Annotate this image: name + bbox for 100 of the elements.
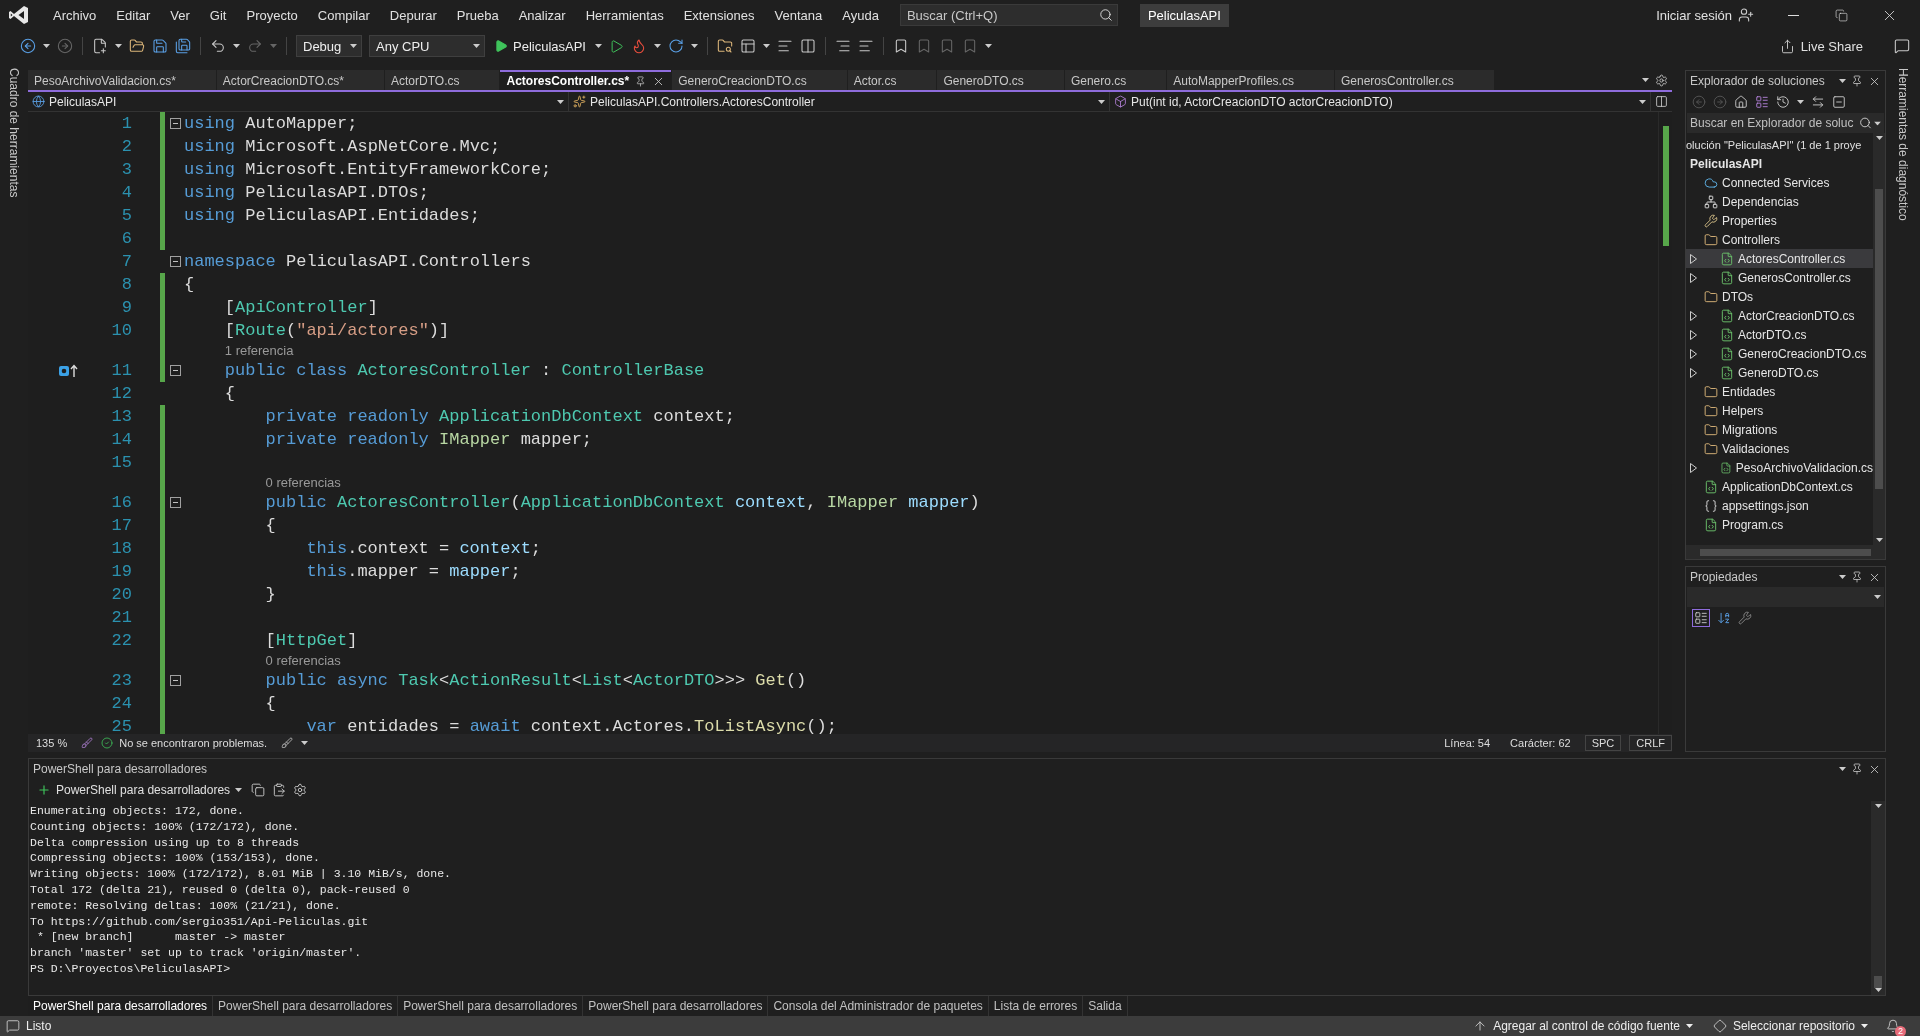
play-outline-icon[interactable] [609, 38, 624, 54]
collapse-icon[interactable] [170, 497, 181, 508]
sort-icon[interactable] [1717, 611, 1731, 625]
caret-icon[interactable] [654, 44, 661, 48]
caret-icon[interactable] [233, 44, 240, 48]
app-logo[interactable] [8, 4, 30, 26]
expand-arrow-icon[interactable] [1690, 329, 1697, 340]
layout-icon[interactable] [740, 38, 756, 54]
document-tab[interactable]: PesoArchivoValidacion.cs* [28, 70, 216, 90]
tree-item[interactable]: Connected Services [1686, 173, 1873, 192]
scrollbar[interactable] [1658, 112, 1672, 734]
split-icon[interactable] [1655, 95, 1668, 108]
toolbox-tab[interactable]: Cuadro de herramientas [7, 68, 21, 198]
folder-open-icon[interactable] [129, 38, 145, 54]
tree-item[interactable]: PesoArchivoValidacion.cs [1686, 458, 1873, 477]
bookmark-icon[interactable] [893, 38, 909, 54]
indent-icon[interactable] [835, 38, 851, 54]
tree-item[interactable]: Migrations [1686, 420, 1873, 439]
scrollbar-thumb[interactable] [1875, 189, 1883, 489]
run-button[interactable]: PeliculasAPI [492, 38, 588, 54]
line-ending-status[interactable]: CRLF [1629, 735, 1672, 751]
expand-arrow-icon[interactable] [1690, 272, 1697, 283]
project-dropdown[interactable]: PeliculasAPI [28, 92, 569, 111]
paste-icon[interactable] [272, 783, 287, 797]
menu-item[interactable]: Depurar [380, 3, 446, 27]
menu-item[interactable]: Herramientas [576, 3, 673, 27]
tree-item[interactable]: GenerosController.cs [1686, 268, 1873, 287]
collapse-all-icon[interactable] [1832, 95, 1846, 109]
flame-icon[interactable] [631, 38, 647, 54]
caret-icon[interactable] [115, 44, 122, 48]
menu-item[interactable]: Prueba [447, 3, 508, 27]
caret-icon[interactable] [1642, 78, 1649, 82]
sign-in-link[interactable]: Iniciar sesión [1656, 7, 1732, 23]
collapse-icon[interactable] [170, 675, 181, 686]
member-dropdown[interactable]: Put(int id, ActorCreacionDTO actorCreacionDTO) [1110, 92, 1651, 111]
tree-item[interactable]: ActorCreacionDTO.cs [1686, 306, 1873, 325]
tree-item[interactable]: Properties [1686, 211, 1873, 230]
align-left-icon[interactable] [777, 38, 793, 54]
swap-icon[interactable] [1811, 95, 1825, 109]
document-tab[interactable]: Genero.cs [1064, 70, 1167, 90]
menu-item[interactable]: Analizar [509, 3, 575, 27]
document-tab[interactable]: ActoresController.cs* [500, 70, 672, 90]
tree-item[interactable]: Controllers [1686, 230, 1873, 249]
scrollbar[interactable] [1871, 801, 1885, 995]
undo-icon[interactable] [210, 38, 226, 54]
brush-icon[interactable] [81, 737, 94, 749]
collapse-icon[interactable] [170, 256, 181, 267]
reference-count[interactable]: 0 referencias [265, 653, 341, 668]
history-icon[interactable] [1776, 95, 1790, 109]
tree-item[interactable]: Validaciones [1686, 439, 1873, 458]
expand-arrow-icon[interactable] [1690, 367, 1697, 378]
tree-item[interactable]: GeneroCreacionDTO.cs [1686, 344, 1873, 363]
caret-icon[interactable] [691, 44, 698, 48]
caret-icon[interactable] [473, 44, 480, 48]
document-tab[interactable]: ActorDTO.cs [385, 70, 500, 90]
square-arrow-icon[interactable] [58, 363, 78, 378]
outdent-icon[interactable] [858, 38, 874, 54]
pin-icon[interactable] [635, 75, 647, 87]
whitespace-status[interactable]: SPC [1584, 735, 1622, 751]
diagnostics-tab[interactable]: Herramientas de diagnóstico [1896, 68, 1910, 221]
caret-icon[interactable] [1861, 1024, 1868, 1028]
notifications-icon[interactable] [1886, 1019, 1900, 1033]
collapse-icon[interactable] [170, 365, 181, 376]
tree-item[interactable]: Dependencias [1686, 192, 1873, 211]
tree-item[interactable]: ApplicationDbContext.cs [1686, 477, 1873, 496]
collapse-icon[interactable] [170, 118, 181, 129]
scrollbar-thumb[interactable] [1700, 548, 1871, 556]
tree-item[interactable]: Program.cs [1686, 515, 1873, 534]
document-tab[interactable]: GenerosController.cs [1334, 70, 1494, 90]
caret-icon[interactable] [985, 44, 992, 48]
caret-icon[interactable] [1839, 575, 1846, 579]
caret-icon[interactable] [1098, 99, 1105, 104]
menu-item[interactable]: Extensiones [674, 3, 764, 27]
save-all-icon[interactable] [175, 38, 191, 54]
copy-icon[interactable] [251, 783, 266, 797]
caret-icon[interactable] [1874, 595, 1881, 599]
scrollbar-thumb[interactable] [1662, 126, 1669, 246]
search-icon[interactable] [1859, 116, 1872, 130]
categorized-icon[interactable] [1694, 611, 1708, 625]
pin-icon[interactable] [1851, 571, 1863, 583]
menu-item[interactable]: Ventana [765, 3, 832, 27]
caret-icon[interactable] [595, 44, 602, 48]
type-dropdown[interactable]: PeliculasAPI.Controllers.ActoresController [569, 92, 1110, 111]
caret-icon[interactable] [301, 741, 309, 745]
menu-item[interactable]: Git [200, 3, 236, 27]
solution-node[interactable]: olución "PeliculasAPI" (1 de 1 proye [1686, 138, 1862, 151]
scrollbar[interactable] [1686, 545, 1885, 559]
live-share-button[interactable]: Live Share [1773, 37, 1869, 55]
feedback-icon[interactable] [1894, 38, 1910, 54]
tree-item[interactable]: Entidades [1686, 382, 1873, 401]
tree-item[interactable]: appsettings.json [1686, 496, 1873, 515]
settings-icon[interactable] [293, 783, 308, 797]
caret-icon[interactable] [350, 44, 357, 48]
new-file-icon[interactable] [92, 38, 108, 54]
caret-icon[interactable] [763, 44, 770, 48]
caret-icon[interactable] [1839, 79, 1846, 83]
menu-item[interactable]: Editar [107, 3, 160, 27]
new-terminal-button[interactable]: PowerShell para desarrolladores [35, 783, 245, 797]
source-control-button[interactable]: Agregar al control de código fuente [1493, 1019, 1680, 1033]
caret-icon[interactable] [557, 99, 564, 104]
